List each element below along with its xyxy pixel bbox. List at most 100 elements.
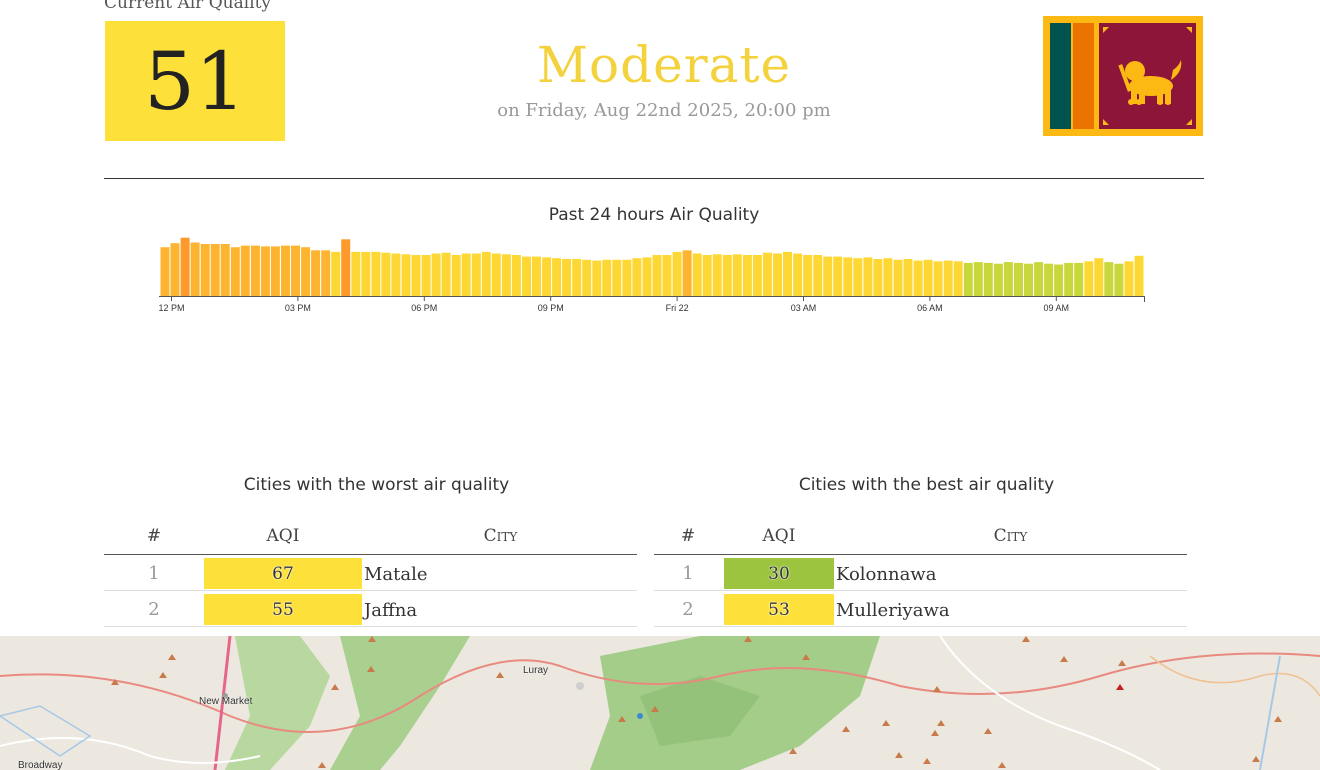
chart-bar[interactable] bbox=[823, 256, 833, 296]
chart-bar[interactable] bbox=[1034, 262, 1044, 296]
chart-bar[interactable] bbox=[321, 250, 331, 296]
chart-bar[interactable] bbox=[642, 257, 652, 296]
chart-bar[interactable] bbox=[1114, 263, 1124, 296]
chart-bar[interactable] bbox=[220, 244, 230, 296]
table-row[interactable]: 2 55 Jaffna bbox=[104, 591, 637, 627]
chart-bar[interactable] bbox=[582, 259, 592, 296]
chart-bar[interactable] bbox=[652, 255, 662, 296]
chart-bar[interactable] bbox=[210, 244, 220, 296]
chart-bar[interactable] bbox=[1044, 263, 1054, 296]
chart-bar[interactable] bbox=[1024, 263, 1033, 296]
chart-bar[interactable] bbox=[401, 254, 411, 296]
chart-bar[interactable] bbox=[562, 259, 572, 296]
chart-bar[interactable] bbox=[260, 246, 270, 296]
chart-bar[interactable] bbox=[943, 260, 953, 296]
chart-bar[interactable] bbox=[773, 253, 782, 297]
chart-bar[interactable] bbox=[371, 251, 381, 296]
chart-bar[interactable] bbox=[311, 250, 321, 296]
chart-bar[interactable] bbox=[230, 247, 240, 296]
chart-bar[interactable] bbox=[893, 259, 903, 296]
chart-bar[interactable] bbox=[672, 251, 682, 296]
chart-bar[interactable] bbox=[491, 253, 501, 297]
station-map[interactable]: Luray New Market Broadway bbox=[0, 636, 1320, 770]
chart-bar[interactable] bbox=[351, 251, 361, 296]
chart-bar[interactable] bbox=[421, 255, 431, 296]
chart-bar[interactable] bbox=[742, 255, 752, 296]
city-link[interactable]: Mulleriyawa bbox=[836, 600, 950, 621]
chart-bar[interactable] bbox=[752, 255, 762, 296]
chart-bar[interactable] bbox=[461, 253, 471, 297]
chart-bar[interactable] bbox=[602, 259, 612, 296]
chart-bar[interactable] bbox=[993, 263, 1003, 296]
chart-bar[interactable] bbox=[552, 258, 562, 296]
chart-bar[interactable] bbox=[1003, 262, 1013, 296]
chart-bar[interactable] bbox=[1054, 264, 1064, 297]
chart-bar[interactable] bbox=[170, 243, 180, 296]
chart-bar[interactable] bbox=[511, 255, 521, 296]
chart-bar[interactable] bbox=[341, 239, 351, 296]
chart-bar[interactable] bbox=[833, 256, 843, 296]
city-link[interactable]: Matale bbox=[364, 564, 428, 585]
chart-bar[interactable] bbox=[622, 259, 632, 296]
chart-bar[interactable] bbox=[592, 260, 602, 296]
chart-bar[interactable] bbox=[863, 257, 873, 296]
chart-bar[interactable] bbox=[572, 259, 582, 296]
chart-bar[interactable] bbox=[441, 252, 451, 296]
chart-bar[interactable] bbox=[481, 251, 491, 296]
chart-bar[interactable] bbox=[682, 250, 692, 296]
chart-bar[interactable] bbox=[522, 256, 531, 296]
chart-bar[interactable] bbox=[240, 245, 250, 296]
chart-bar[interactable] bbox=[200, 244, 210, 296]
chart-bar[interactable] bbox=[903, 259, 913, 296]
chart-bar[interactable] bbox=[883, 258, 893, 296]
chart-bar[interactable] bbox=[301, 247, 311, 296]
chart-bar[interactable] bbox=[923, 259, 933, 296]
chart-bar[interactable] bbox=[532, 256, 541, 296]
chart-bar[interactable] bbox=[732, 254, 742, 296]
chart-bar[interactable] bbox=[692, 253, 702, 297]
chart-bar[interactable] bbox=[361, 251, 371, 296]
chart-bar[interactable] bbox=[411, 255, 421, 296]
chart-bar[interactable] bbox=[913, 260, 923, 296]
chart-bar[interactable] bbox=[190, 242, 200, 297]
chart-bar[interactable] bbox=[722, 255, 732, 296]
chart-bar[interactable] bbox=[983, 262, 993, 296]
chart-bar[interactable] bbox=[973, 262, 983, 296]
chart-bar[interactable] bbox=[783, 251, 792, 296]
chart-bar[interactable] bbox=[1014, 262, 1023, 296]
chart-bar[interactable] bbox=[702, 255, 712, 296]
chart-bar[interactable] bbox=[762, 252, 772, 296]
city-link[interactable]: Kolonnawa bbox=[836, 564, 936, 585]
chart-bar[interactable] bbox=[953, 261, 963, 296]
chart-bar[interactable] bbox=[542, 257, 552, 296]
chart-bar[interactable] bbox=[933, 261, 943, 296]
chart-bar[interactable] bbox=[381, 252, 391, 296]
chart-bar[interactable] bbox=[1134, 255, 1144, 296]
table-row[interactable]: 2 53 Mulleriyawa bbox=[654, 591, 1187, 627]
chart-bar[interactable] bbox=[501, 254, 511, 296]
chart-bar[interactable] bbox=[1124, 261, 1134, 296]
chart-bar[interactable] bbox=[1074, 262, 1084, 296]
chart-bar[interactable] bbox=[793, 253, 803, 297]
chart-bar[interactable] bbox=[612, 259, 622, 296]
chart-bar[interactable] bbox=[180, 237, 190, 296]
chart-bar[interactable] bbox=[270, 246, 280, 296]
chart-bar[interactable] bbox=[1084, 261, 1094, 296]
chart-bar[interactable] bbox=[291, 245, 300, 296]
chart-bar[interactable] bbox=[431, 253, 441, 297]
chart-bar[interactable] bbox=[1104, 262, 1114, 296]
chart-bar[interactable] bbox=[843, 257, 853, 296]
chart-bar[interactable] bbox=[1064, 262, 1074, 296]
chart-bar[interactable] bbox=[331, 251, 341, 296]
chart-bar[interactable] bbox=[813, 255, 823, 296]
chart-bar[interactable] bbox=[391, 253, 401, 297]
city-link[interactable]: Jaffna bbox=[364, 600, 417, 621]
chart-bar[interactable] bbox=[963, 262, 973, 296]
chart-bar[interactable] bbox=[451, 255, 461, 296]
chart-bar[interactable] bbox=[803, 255, 813, 296]
chart-bar[interactable] bbox=[873, 259, 883, 296]
chart-bar[interactable] bbox=[281, 245, 290, 296]
chart-bar[interactable] bbox=[632, 258, 642, 296]
table-row[interactable]: 1 67 Matale bbox=[104, 555, 637, 591]
chart-bar[interactable] bbox=[712, 254, 722, 296]
